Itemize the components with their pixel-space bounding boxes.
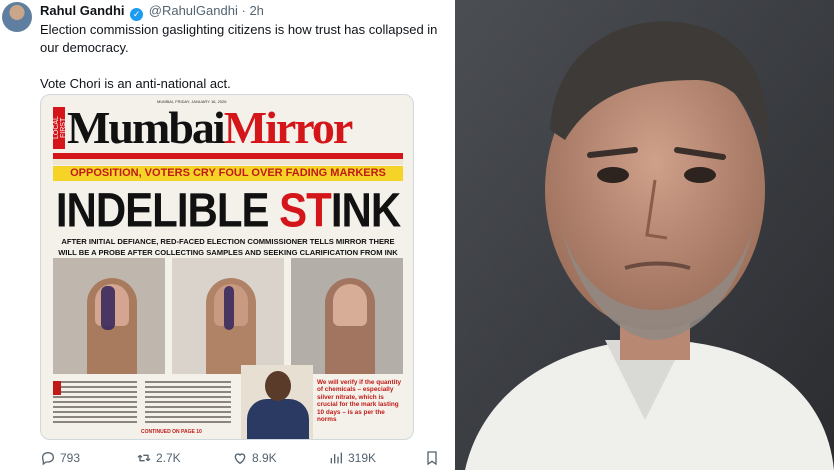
newspaper-masthead: LOCAL FIRST MUMBAI, FRIDAY, JANUARY 16, … <box>53 99 403 153</box>
continued-note: CONTINUED ON PAGE 10 <box>141 429 202 435</box>
masthead-title: MumbaiMirror <box>67 102 353 153</box>
commissioner-photo <box>241 365 313 439</box>
reply-count: 793 <box>60 451 81 465</box>
author-avatar[interactable] <box>2 2 32 32</box>
article-text-lines <box>53 381 231 423</box>
tweet-text: Election commission gaslighting citizens… <box>40 21 458 93</box>
tweet-media-image[interactable]: LOCAL FIRST MUMBAI, FRIDAY, JANUARY 16, … <box>40 94 414 440</box>
finger-photo <box>53 258 165 374</box>
tweet-card: Rahul Gandhi ✓ @RahulGandhi · 2h Electio… <box>0 0 455 470</box>
author-handle[interactable]: @RahulGandhi <box>149 3 238 18</box>
tweet-timestamp[interactable]: 2h <box>249 3 263 18</box>
pull-quote: We will verify if the quantity of chemic… <box>317 379 402 424</box>
like-button[interactable]: 8.9K <box>232 450 277 466</box>
tweet-paragraph: Vote Chori is an anti-national act. <box>40 76 231 91</box>
views-count: 319K <box>348 451 377 465</box>
repost-icon <box>137 454 151 462</box>
local-first-tag: LOCAL FIRST <box>53 107 67 149</box>
author-name[interactable]: Rahul Gandhi <box>40 3 125 18</box>
tweet-action-bar: 793 2.7K 8.9K 319K <box>40 448 444 468</box>
like-icon <box>234 453 246 465</box>
repost-count: 2.7K <box>156 451 181 465</box>
repost-button[interactable]: 2.7K <box>136 450 181 466</box>
views-icon <box>330 452 342 464</box>
bookmark-icon <box>427 451 437 466</box>
tweet-header: Rahul Gandhi ✓ @RahulGandhi · 2h <box>40 3 264 21</box>
edition-strip <box>53 159 403 165</box>
finger-photo <box>172 258 284 374</box>
views-button[interactable]: 319K <box>328 450 376 466</box>
separator-dot: · <box>241 3 246 18</box>
reply-button[interactable]: 793 <box>40 450 80 466</box>
verified-badge-icon: ✓ <box>130 8 144 21</box>
headline-kicker: OPPOSITION, VOTERS CRY FOUL OVER FADING … <box>53 166 403 181</box>
portrait-illustration <box>455 0 834 470</box>
tweet-paragraph: Election commission gaslighting citizens… <box>40 22 438 55</box>
reply-icon <box>41 451 55 466</box>
headline: INDELIBLE STINK <box>55 183 401 238</box>
portrait-photo <box>455 0 834 470</box>
like-count: 8.9K <box>252 451 277 465</box>
bookmark-button[interactable] <box>424 450 440 466</box>
finger-photo <box>291 258 403 374</box>
